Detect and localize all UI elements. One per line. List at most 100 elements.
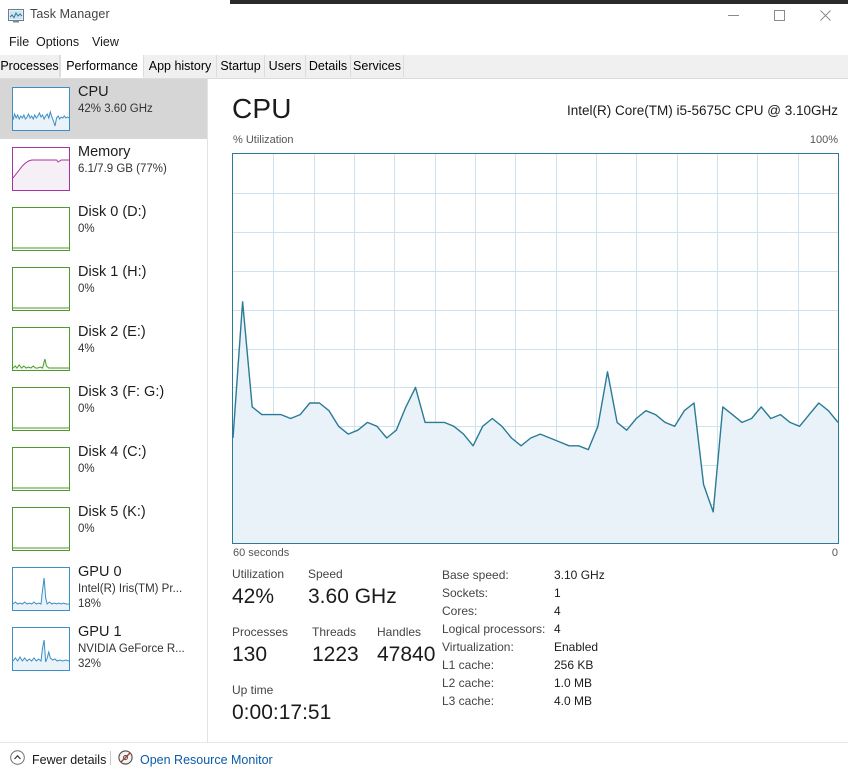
tab-startup[interactable]: Startup (217, 55, 265, 77)
menu-item-options[interactable]: Options (32, 34, 83, 50)
stat-label-utilization: Utilization (232, 567, 285, 581)
sidebar-item-subtitle: 0% (78, 463, 95, 475)
stat-value-speed: 3.60 GHz (308, 585, 397, 608)
tab-app-history[interactable]: App history (144, 55, 217, 77)
tab-services[interactable]: Services (351, 55, 404, 77)
info-label-l2-cache: L2 cache: (442, 676, 495, 690)
info-value-virtualization: Enabled (554, 640, 599, 654)
task-manager-icon (8, 8, 24, 24)
stat-value-threads: 1223 (312, 643, 359, 666)
sidebar-item-subtitle: 0% (78, 403, 95, 415)
sidebar-item-subtitle: NVIDIA GeForce R... (78, 643, 185, 655)
tab-strip: Processes Performance App history Startu… (0, 55, 848, 79)
close-icon[interactable] (802, 0, 848, 31)
sidebar-item-title: Memory (78, 144, 131, 160)
performance-sidebar: CPU 42% 3.60 GHz Memory 6.1/7.9 GB (77%) Dis… (0, 79, 208, 742)
sidebar-item-subtitle: 0% (78, 283, 95, 295)
maximize-icon[interactable] (756, 0, 802, 31)
sidebar-item-title: GPU 0 (78, 564, 122, 580)
disk-thumb-flat-icon (12, 207, 70, 251)
status-divider (110, 751, 111, 765)
cpu-thumb-icon (12, 87, 70, 131)
cpu-stats: Utilization 42% Speed 3.60 GHz Processes… (232, 567, 844, 724)
menu-item-view[interactable]: View (88, 34, 123, 50)
info-label-virtualization: Virtualization: (442, 640, 514, 654)
info-label-cores: Cores: (442, 604, 478, 618)
disk-thumb-flat-icon (12, 447, 70, 491)
sidebar-item-disk0[interactable]: Disk 0 (D:) 0% (0, 199, 207, 259)
stat-label-handles: Handles (377, 625, 422, 639)
info-value-sockets: 1 (554, 586, 561, 600)
sidebar-item-disk2[interactable]: Disk 2 (E:) 4% (0, 319, 207, 379)
minimize-icon[interactable] (710, 0, 756, 31)
sidebar-item-gpu0[interactable]: GPU 0 Intel(R) Iris(TM) Pr... 18% (0, 559, 207, 619)
info-label-l3-cache: L3 cache: (442, 694, 495, 708)
sidebar-item-subtitle: 0% (78, 223, 95, 235)
stat-value-uptime: 0:00:17:51 (232, 701, 332, 724)
sidebar-item-disk5[interactable]: Disk 5 (K:) 0% (0, 499, 207, 559)
disk-thumb-flat-icon (12, 387, 70, 431)
fewer-details-label: Fewer details (32, 753, 107, 767)
x-axis-label: 60 seconds (233, 547, 290, 559)
status-bar: Fewer details Open Resource Monitor (0, 742, 848, 773)
stat-label-threads: Threads (312, 625, 357, 639)
sidebar-item-title: Disk 2 (E:) (78, 324, 146, 340)
sidebar-item-subtitle: 6.1/7.9 GB (77%) (78, 163, 167, 175)
disk-thumb-flat-icon (12, 507, 70, 551)
info-value-l2-cache: 1.0 MB (554, 676, 593, 690)
sidebar-item-subtitle: 4% (78, 343, 95, 355)
fewer-details-button[interactable]: Fewer details (10, 750, 106, 770)
y-axis-label: % Utilization (233, 134, 294, 146)
info-value-l1-cache: 256 KB (554, 658, 594, 672)
sidebar-item-title: CPU (78, 84, 109, 100)
info-value-logical-processors: 4 (554, 622, 561, 636)
sidebar-item-gpu1[interactable]: GPU 1 NVIDIA GeForce R... 32% (0, 619, 207, 679)
menu-item-file[interactable]: File (5, 34, 33, 50)
info-label-sockets: Sockets: (442, 586, 489, 600)
tab-users[interactable]: Users (265, 55, 306, 77)
tab-processes[interactable]: Processes (0, 55, 60, 77)
x-axis-end-label: 0 (831, 547, 838, 559)
cpu-detail-panel: CPU Intel(R) Core(TM) i5-5675C CPU @ 3.1… (208, 79, 848, 742)
sidebar-item-cpu[interactable]: CPU 42% 3.60 GHz (0, 79, 207, 139)
title-bar: Task Manager (0, 0, 848, 31)
sidebar-item-subtitle: Intel(R) Iris(TM) Pr... (78, 583, 183, 595)
cpu-utilization-graph (232, 153, 839, 544)
sidebar-item-title: Disk 1 (H:) (78, 264, 147, 280)
tab-details[interactable]: Details (306, 55, 351, 77)
stat-label-speed: Speed (308, 567, 343, 581)
open-resource-monitor-label: Open Resource Monitor (140, 753, 273, 767)
sidebar-item-subtitle: 42% 3.60 GHz (78, 103, 153, 115)
info-value-base-speed: 3.10 GHz (554, 568, 605, 582)
info-label-logical-processors: Logical processors: (442, 622, 546, 636)
gpu-thumb-icon (12, 567, 70, 611)
stat-label-processes: Processes (232, 625, 289, 639)
memory-thumb-icon (12, 147, 70, 191)
sidebar-item-title: Disk 0 (D:) (78, 204, 147, 220)
sidebar-item-subtitle-2: 18% (78, 598, 102, 610)
menu-bar: File Options View (0, 31, 848, 54)
sidebar-item-title: Disk 3 (F: G:) (78, 384, 165, 400)
sidebar-item-title: Disk 5 (K:) (78, 504, 146, 520)
disk-thumb-active-icon (12, 327, 70, 371)
stat-value-processes: 130 (232, 643, 268, 666)
disk-thumb-flat-icon (12, 267, 70, 311)
chevron-up-circle-icon (10, 750, 25, 770)
sidebar-item-subtitle-2: 32% (78, 658, 102, 670)
stat-label-uptime: Up time (232, 683, 274, 697)
info-value-cores: 4 (554, 604, 561, 618)
sidebar-item-title: Disk 4 (C:) (78, 444, 147, 460)
sidebar-item-disk1[interactable]: Disk 1 (H:) 0% (0, 259, 207, 319)
window-title: Task Manager (30, 7, 110, 21)
sidebar-item-disk4[interactable]: Disk 4 (C:) 0% (0, 439, 207, 499)
stat-value-utilization: 42% (232, 585, 275, 608)
open-resource-monitor-link[interactable]: Open Resource Monitor (118, 750, 273, 770)
sidebar-item-memory[interactable]: Memory 6.1/7.9 GB (77%) (0, 139, 207, 199)
stat-value-handles: 47840 (377, 643, 436, 666)
info-value-l3-cache: 4.0 MB (554, 694, 593, 708)
resource-monitor-icon (118, 750, 133, 770)
tab-performance[interactable]: Performance (60, 55, 144, 78)
info-label-base-speed: Base speed: (442, 568, 509, 582)
sidebar-item-disk3[interactable]: Disk 3 (F: G:) 0% (0, 379, 207, 439)
sidebar-item-subtitle: 0% (78, 523, 95, 535)
